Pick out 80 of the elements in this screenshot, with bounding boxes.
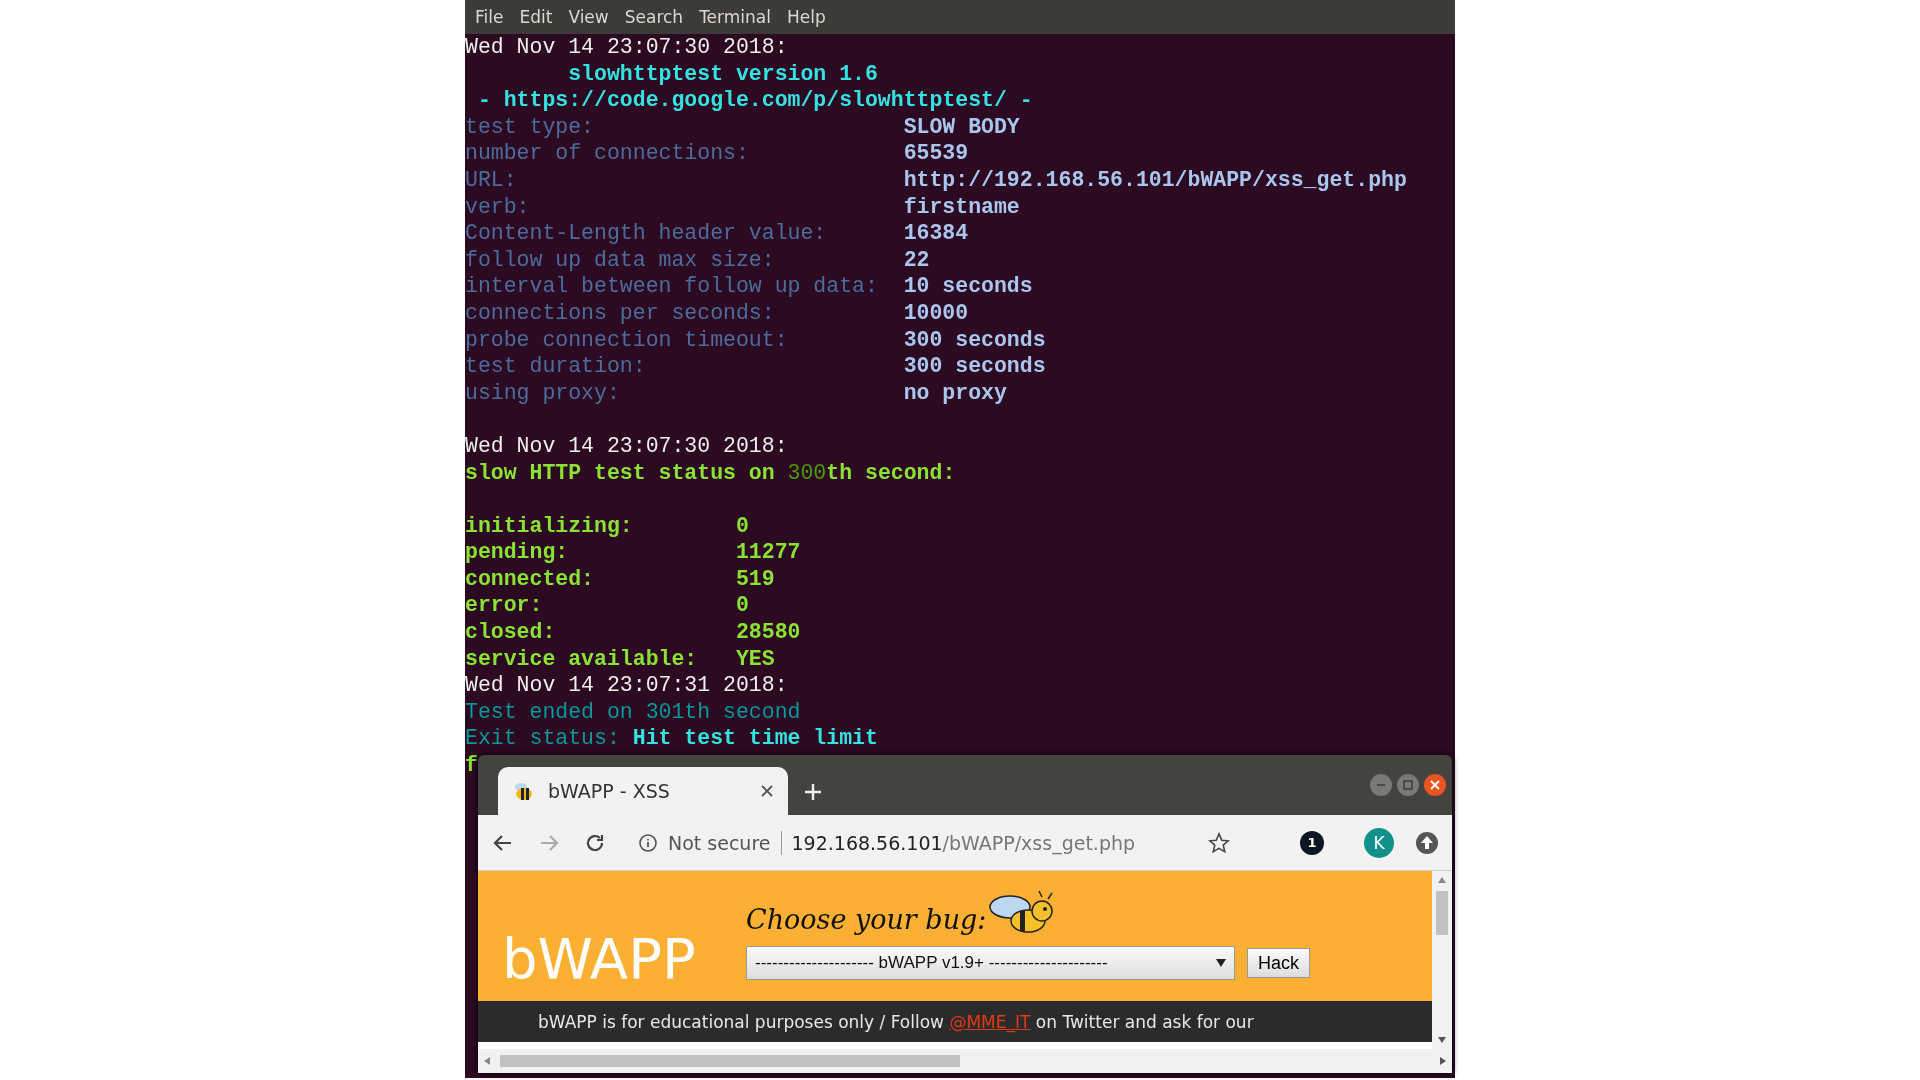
menu-item[interactable]: Search bbox=[618, 5, 690, 29]
field-value: firstname bbox=[903, 193, 1020, 221]
field-value: 0 bbox=[735, 592, 749, 620]
field-value: 0 bbox=[735, 512, 749, 540]
terminal-text: Wed Nov 14 23:07:30 2018: bbox=[465, 432, 788, 460]
field-value: http://192.168.56.101/bWAPP/xss_get.php bbox=[903, 166, 1407, 194]
field-value: 519 bbox=[735, 565, 775, 593]
field-label: service available: bbox=[465, 645, 699, 673]
dropdown-arrow-icon bbox=[1216, 959, 1226, 967]
field-value: no proxy bbox=[903, 379, 1007, 407]
field-value: YES bbox=[735, 645, 775, 673]
field-label: probe connection timeout: bbox=[465, 326, 789, 354]
terminal-text: Test ended on 301th second bbox=[465, 698, 801, 726]
scrollbar-thumb[interactable] bbox=[500, 1055, 960, 1067]
terminal-text: - https://code.google.com/p/slowhttptest/ - bbox=[476, 87, 1033, 114]
field-value: 65539 bbox=[903, 140, 969, 167]
menu-item[interactable]: File bbox=[469, 5, 510, 29]
field-label: using proxy: bbox=[465, 379, 621, 407]
field-value: 16384 bbox=[903, 220, 969, 247]
terminal-text: Wed Nov 14 23:07:31 2018: bbox=[465, 672, 788, 699]
security-label: Not secure bbox=[668, 831, 771, 854]
terminal-text: f bbox=[465, 752, 478, 779]
star-icon[interactable] bbox=[1208, 831, 1230, 854]
field-label: pending: bbox=[465, 539, 570, 566]
field-label: number of connections: bbox=[465, 140, 750, 167]
field-label: closed: bbox=[465, 619, 557, 646]
field-label: Content-Length header value: bbox=[465, 220, 828, 247]
terminal-text: Wed Nov 14 23:07:30 2018: bbox=[465, 34, 788, 61]
vertical-scrollbar[interactable] bbox=[1432, 871, 1452, 1049]
field-label: connected: bbox=[465, 565, 596, 593]
menu-item[interactable]: Help bbox=[780, 5, 832, 29]
field-label: initializing: bbox=[465, 512, 634, 540]
scroll-down-icon[interactable] bbox=[1437, 1035, 1447, 1045]
terminal-text: Hit test time limit bbox=[632, 725, 878, 753]
extension-badge[interactable]: 1 bbox=[1300, 830, 1324, 855]
scroll-right-icon[interactable] bbox=[1438, 1056, 1448, 1066]
close-icon[interactable] bbox=[760, 784, 774, 798]
menu-item[interactable]: Edit bbox=[513, 5, 559, 29]
field-label: test duration: bbox=[465, 353, 647, 380]
field-label: interval between follow up data: bbox=[465, 273, 879, 300]
site-logo: bWAPP bbox=[502, 931, 696, 987]
terminal-text: Exit status: bbox=[465, 725, 621, 753]
terminal-text: slow HTTP test status on bbox=[465, 459, 776, 487]
field-value: 22 bbox=[903, 246, 930, 274]
field-value: 300 seconds bbox=[903, 353, 1046, 380]
upload-icon[interactable] bbox=[1414, 829, 1440, 856]
horizontal-scrollbar[interactable] bbox=[478, 1049, 1452, 1073]
terminal-text: 300 bbox=[787, 459, 827, 487]
field-label: test type: bbox=[465, 113, 596, 141]
field-value: 28580 bbox=[735, 619, 801, 646]
new-tab-icon[interactable] bbox=[802, 781, 824, 803]
info-icon[interactable] bbox=[638, 832, 658, 853]
field-label: error: bbox=[465, 592, 544, 620]
field-value: SLOW BODY bbox=[903, 113, 1020, 141]
field-value: 300 seconds bbox=[903, 326, 1046, 354]
field-label: connections per seconds: bbox=[465, 299, 776, 327]
scroll-left-icon[interactable] bbox=[482, 1056, 492, 1066]
hack-button[interactable]: Hack bbox=[1247, 948, 1310, 978]
close-button[interactable] bbox=[1424, 774, 1446, 796]
page-heading: Choose your bug: bbox=[746, 904, 987, 935]
footer-text: bWAPP is for educational purposes only / Follow @MME_IT on Twitter and ask for our bbox=[538, 1011, 1254, 1032]
field-value: 10 seconds bbox=[903, 273, 1033, 300]
scroll-up-icon[interactable] bbox=[1437, 875, 1447, 885]
terminal-text: slowhttptest version 1.6 bbox=[567, 60, 878, 88]
browser-tab[interactable]: bWAPP - XSS bbox=[498, 767, 788, 815]
scrollbar-thumb[interactable] bbox=[1436, 891, 1448, 935]
terminal-text: th second: bbox=[826, 459, 956, 487]
url-text: 192.168.56.101/bWAPP/xss_get.php bbox=[791, 831, 1137, 854]
menu-item[interactable]: View bbox=[562, 5, 615, 29]
field-label: follow up data max size: bbox=[465, 246, 776, 274]
field-label: verb: bbox=[465, 193, 531, 221]
field-label: URL: bbox=[465, 166, 518, 194]
field-value: 11277 bbox=[735, 539, 801, 566]
tab-title: bWAPP - XSS bbox=[548, 780, 671, 802]
bug-select[interactable]: --------------------- bWAPP v1.9+ --------------------- bbox=[746, 946, 1235, 980]
field-value: 10000 bbox=[903, 299, 969, 327]
profile-avatar[interactable]: K bbox=[1364, 827, 1394, 858]
menu-item[interactable]: Terminal bbox=[693, 5, 777, 29]
close-icon bbox=[1430, 780, 1440, 790]
maximize-icon bbox=[1403, 780, 1413, 790]
